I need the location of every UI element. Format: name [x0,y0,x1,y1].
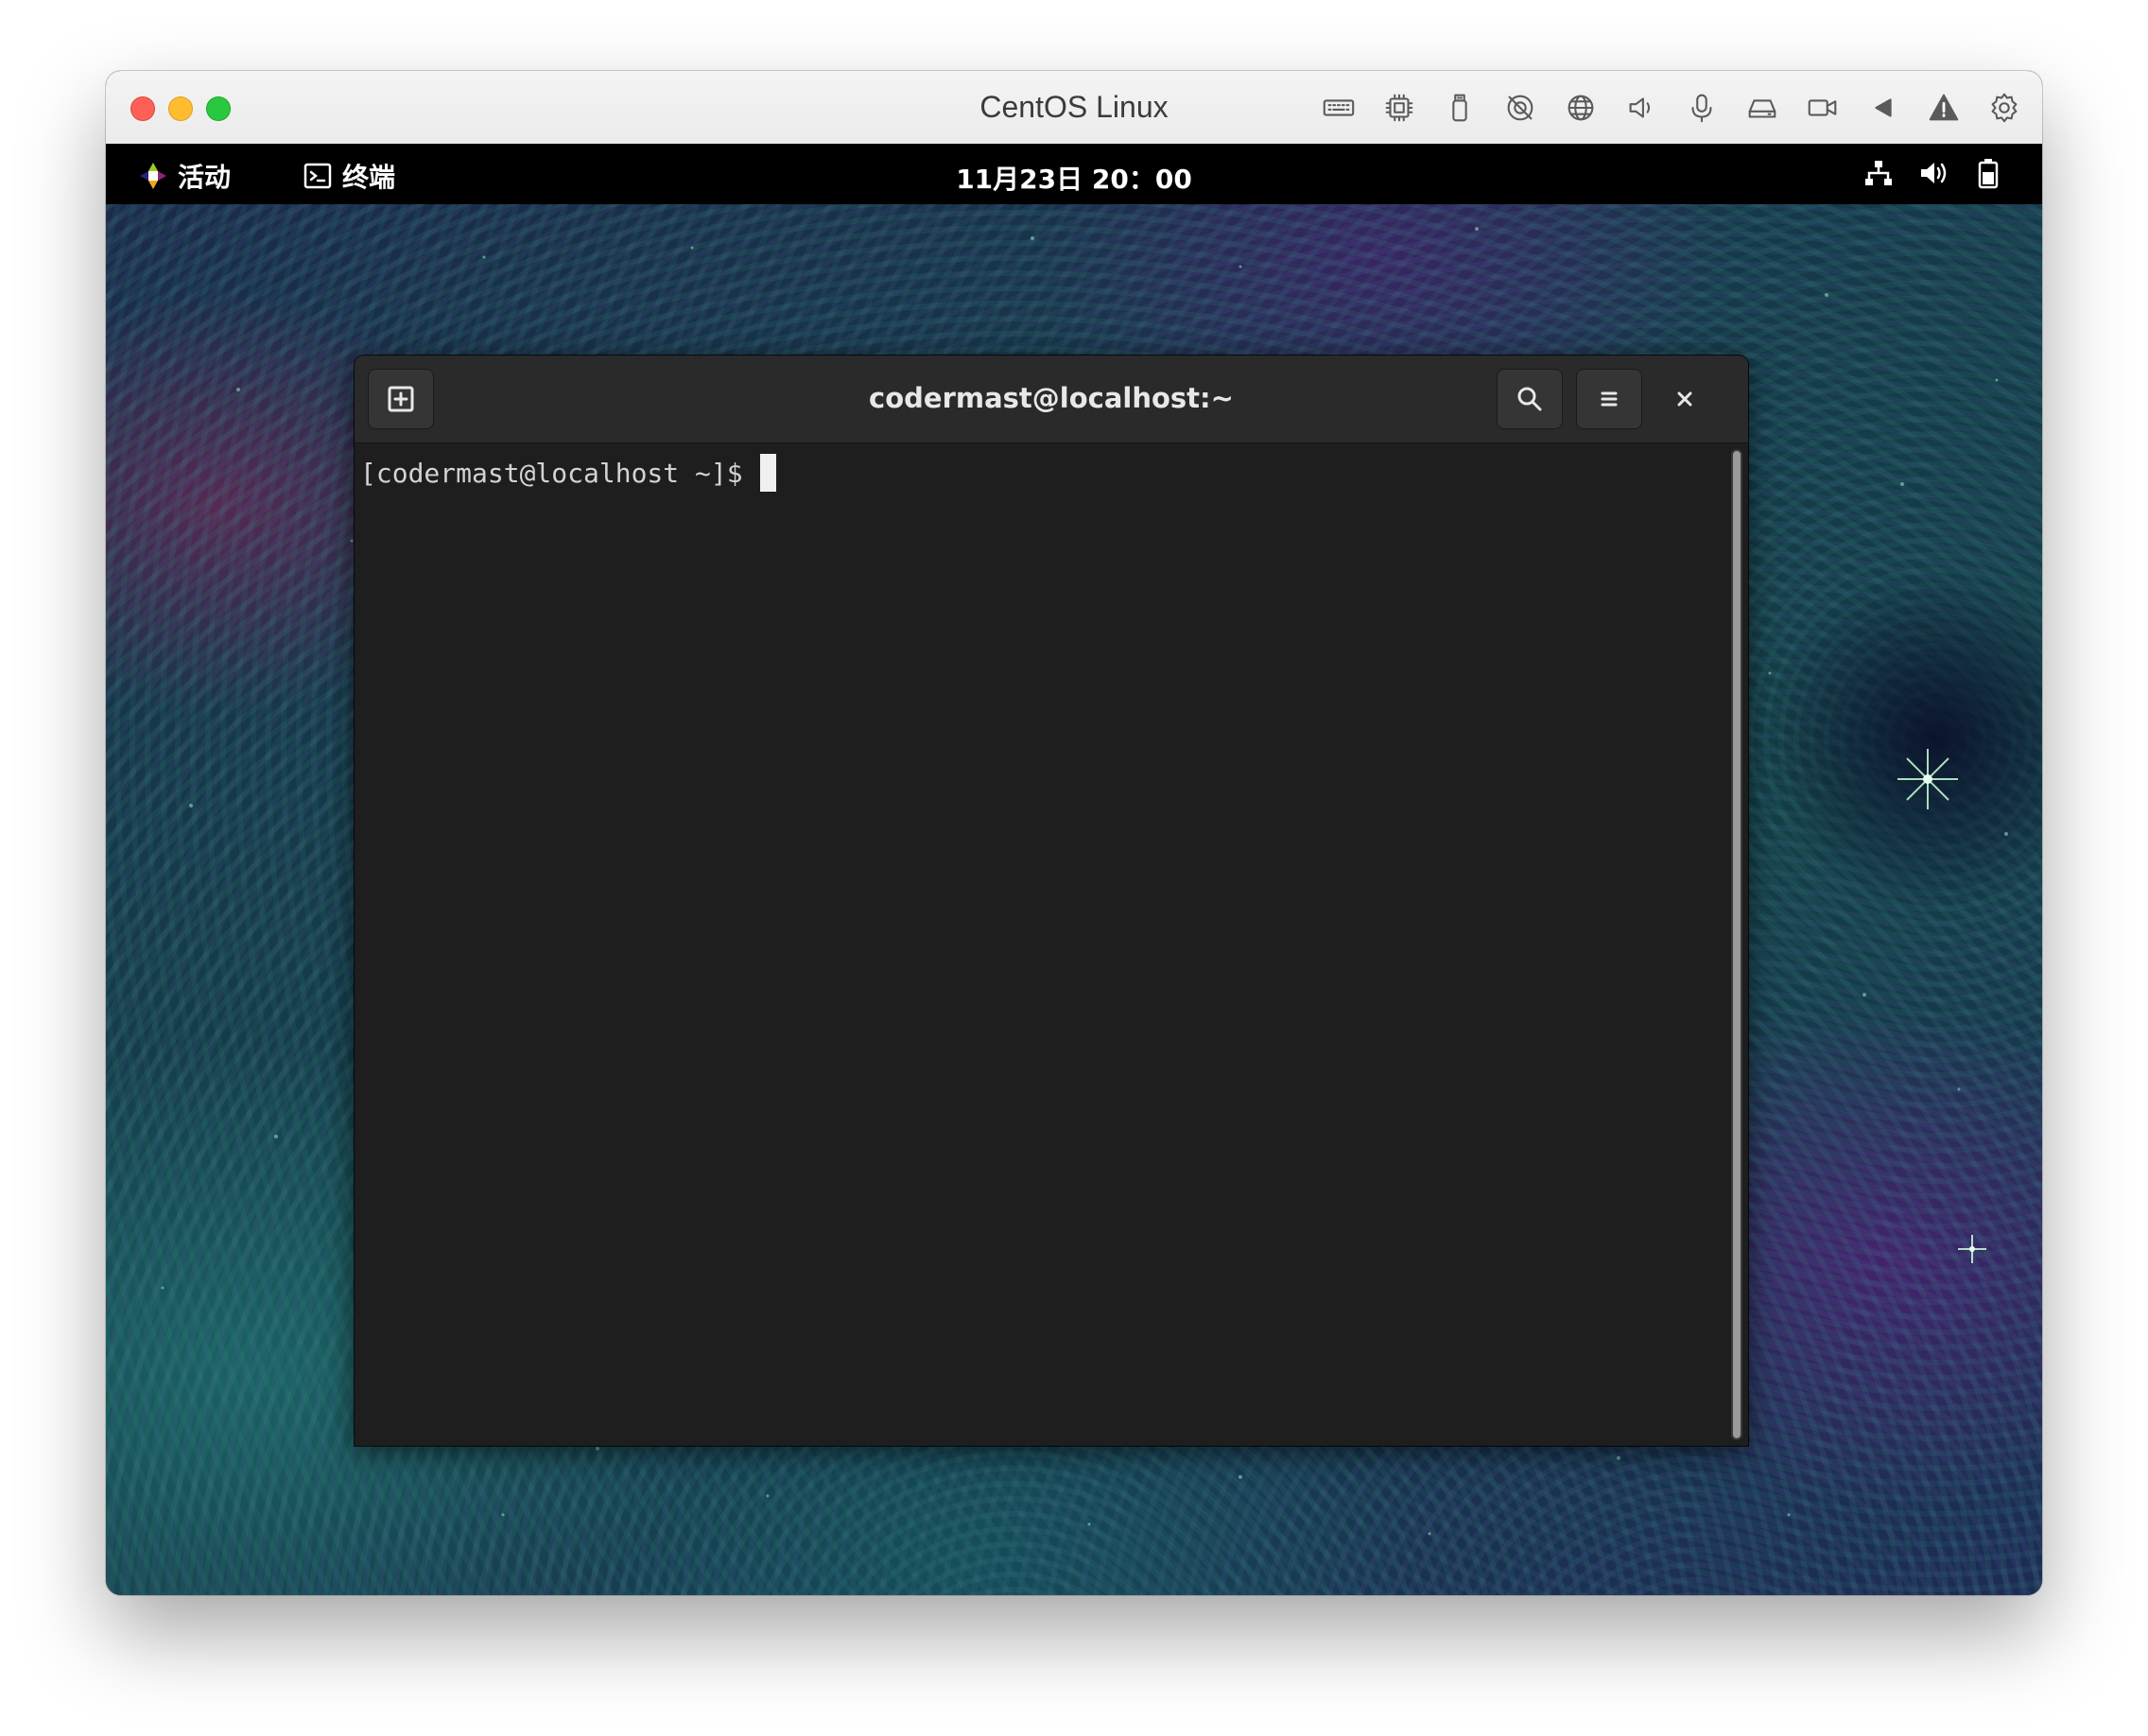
close-terminal-button[interactable] [1652,369,1718,429]
search-button[interactable] [1497,369,1563,429]
terminal-headerbar: codermast@localhost:~ [355,356,1748,443]
cpu-icon[interactable] [1378,88,1420,128]
microphone-icon[interactable] [1681,88,1723,128]
terminal-output[interactable]: [codermast@localhost ~]$ [355,443,1748,1446]
search-icon [1517,387,1542,411]
gnome-top-bar: 活动 终端 11月23日 20：00 [106,144,2042,204]
system-tray[interactable] [1862,157,2004,189]
hamburger-menu-icon [1601,391,1618,407]
camera-off-icon[interactable] [1499,88,1541,128]
shell-prompt: [codermast@localhost ~]$ [360,457,743,489]
usb-icon[interactable] [1439,88,1481,128]
warning-icon[interactable] [1923,88,1965,128]
arrow-left-icon[interactable] [1862,88,1904,128]
clock[interactable]: 11月23日 20：00 [106,159,2042,197]
volume-icon[interactable] [1917,157,1949,189]
battery-icon[interactable] [1972,157,2004,189]
text-cursor [759,454,776,492]
guest-desktop: 活动 终端 11月23日 20：00 codermast@localhost:~… [106,144,2042,1595]
close-icon [1677,391,1692,407]
network-icon[interactable] [1862,157,1895,189]
hard-drive-icon[interactable] [1741,88,1783,128]
speaker-icon[interactable] [1620,88,1662,128]
terminal-window[interactable]: codermast@localhost:~ [codermast@localho… [355,356,1748,1446]
vm-window: CentOS Linux 活动 终端 11月23日 20：00 codermas… [106,71,2042,1595]
vm-titlebar: CentOS Linux [106,71,2042,145]
gear-icon[interactable] [1983,88,2025,128]
prompt-line: [codermast@localhost ~]$ [360,451,1748,495]
scrollbar[interactable] [1731,449,1742,1440]
vm-toolbar [1318,88,2025,128]
video-icon[interactable] [1802,88,1844,128]
globe-icon[interactable] [1560,88,1602,128]
scrollbar-thumb[interactable] [1733,451,1741,1438]
keyboard-icon[interactable] [1318,88,1360,128]
menu-button[interactable] [1576,369,1642,429]
